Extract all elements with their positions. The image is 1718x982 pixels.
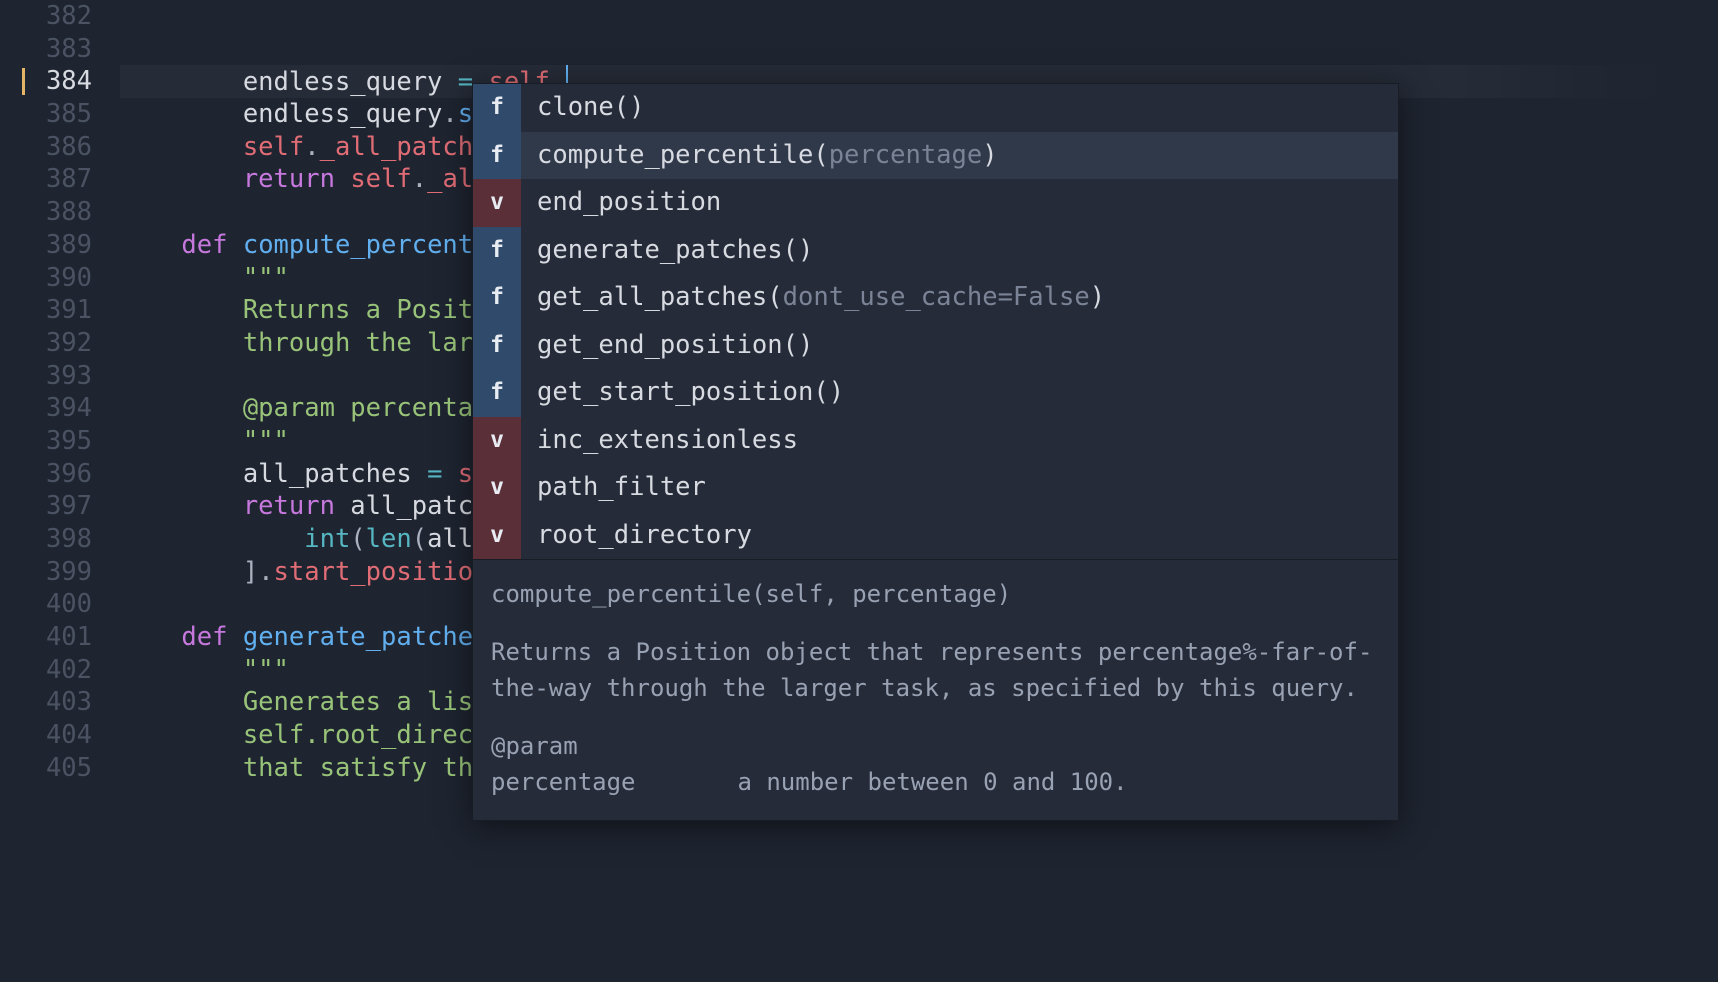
autocomplete-list[interactable]: fclone()fcompute_percentile(percentage)v… [473,84,1398,559]
autocomplete-item[interactable]: fget_all_patches(dont_use_cache=False) [473,274,1398,322]
line-number: 388 [0,196,92,229]
function-badge-icon: f [473,84,521,132]
line-number: 390 [0,262,92,295]
line-number: 387 [0,163,92,196]
line-number: 384 [0,65,92,98]
autocomplete-item[interactable]: fget_end_position() [473,322,1398,370]
autocomplete-item[interactable]: fcompute_percentile(percentage) [473,132,1398,180]
autocomplete-doc-panel: compute_percentile(self, percentage) Ret… [473,559,1398,820]
autocomplete-item[interactable]: fclone() [473,84,1398,132]
line-number: 405 [0,752,92,785]
line-number: 400 [0,588,92,621]
variable-badge-icon: v [473,464,521,512]
autocomplete-item-label: get_all_patches(dont_use_cache=False) [521,281,1105,314]
autocomplete-item[interactable]: fget_start_position() [473,369,1398,417]
autocomplete-item-label: end_position [521,186,721,219]
autocomplete-item[interactable]: vend_position [473,179,1398,227]
line-number: 386 [0,131,92,164]
variable-badge-icon: v [473,417,521,465]
line-number: 404 [0,719,92,752]
doc-param-name: @param percentage [491,728,723,800]
line-number-gutter: 3823833843853863873883893903913923933943… [0,0,120,982]
code-line[interactable] [120,33,1718,66]
autocomplete-item-label: compute_percentile(percentage) [521,139,998,172]
line-number: 385 [0,98,92,131]
autocomplete-item-label: get_end_position() [521,329,813,362]
line-number: 389 [0,229,92,262]
autocomplete-item-label: inc_extensionless [521,424,798,457]
function-badge-icon: f [473,132,521,180]
line-number: 383 [0,33,92,66]
function-badge-icon: f [473,274,521,322]
autocomplete-item-label: clone() [521,91,644,124]
doc-param-desc: a number between 0 and 100. [737,768,1127,796]
doc-signature: compute_percentile(self, percentage) [491,576,1380,612]
function-badge-icon: f [473,322,521,370]
function-badge-icon: f [473,369,521,417]
autocomplete-item[interactable]: vpath_filter [473,464,1398,512]
line-number: 395 [0,425,92,458]
function-badge-icon: f [473,227,521,275]
autocomplete-item-label: root_directory [521,519,752,552]
line-number: 394 [0,392,92,425]
autocomplete-item[interactable]: vinc_extensionless [473,417,1398,465]
variable-badge-icon: v [473,512,521,560]
line-number: 402 [0,654,92,687]
line-number: 399 [0,556,92,589]
variable-badge-icon: v [473,179,521,227]
line-number: 392 [0,327,92,360]
autocomplete-item-label: path_filter [521,471,706,504]
line-number: 396 [0,458,92,491]
line-number: 382 [0,0,92,33]
line-number: 401 [0,621,92,654]
autocomplete-item-label: generate_patches() [521,234,813,267]
autocomplete-item[interactable]: vroot_directory [473,512,1398,560]
line-number: 393 [0,360,92,393]
autocomplete-popup[interactable]: fclone()fcompute_percentile(percentage)v… [472,83,1399,821]
line-number: 397 [0,490,92,523]
autocomplete-item[interactable]: fgenerate_patches() [473,227,1398,275]
doc-description: Returns a Position object that represent… [491,634,1380,706]
autocomplete-item-label: get_start_position() [521,376,844,409]
line-number: 398 [0,523,92,556]
code-line[interactable] [120,0,1718,33]
line-number: 403 [0,686,92,719]
line-number: 391 [0,294,92,327]
doc-param: @param percentage a number between 0 and… [491,728,1380,800]
